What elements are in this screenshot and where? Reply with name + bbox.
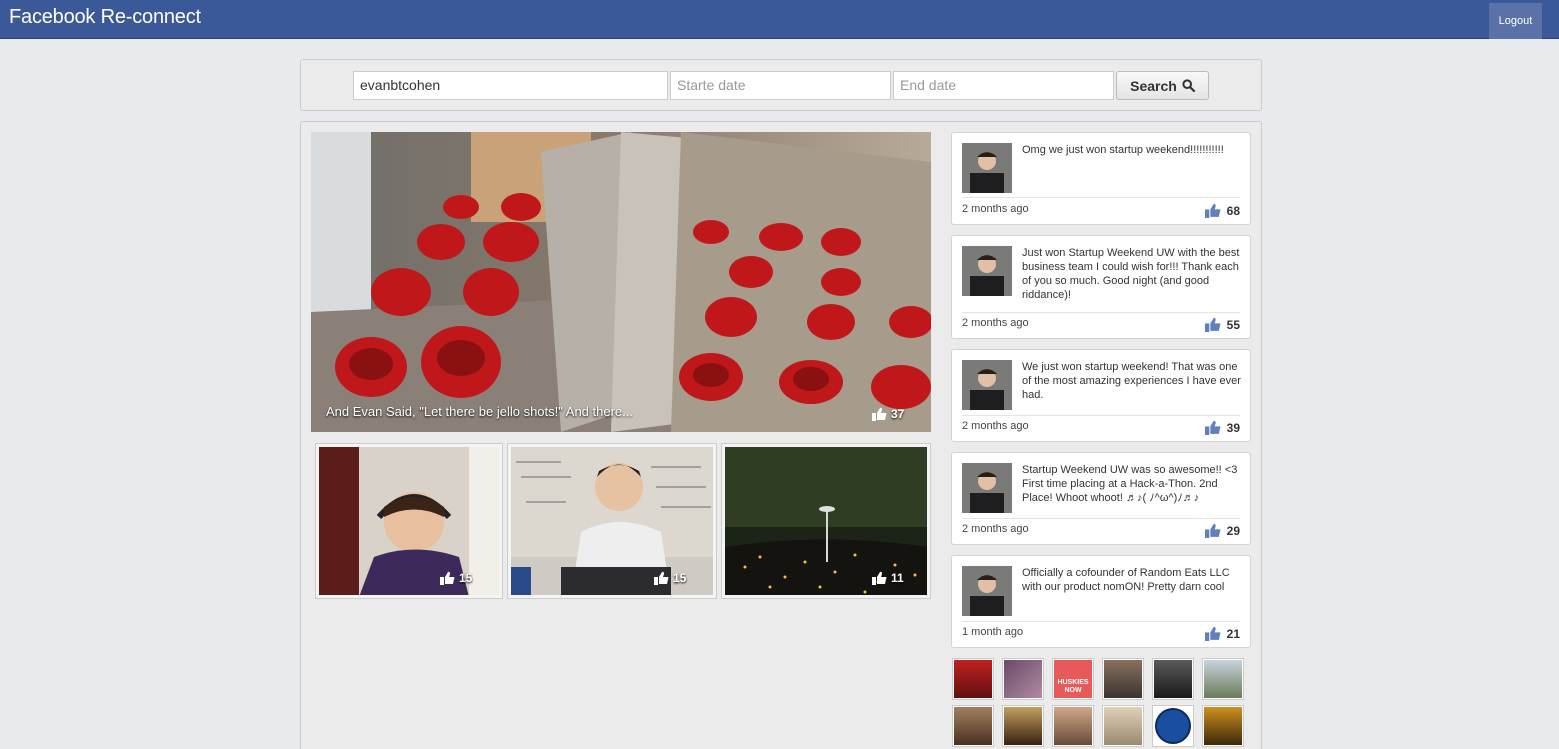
friend-avatar[interactable]	[952, 658, 994, 700]
post-likes-count: 21	[1226, 626, 1240, 641]
top-navbar: Facebook Re-connect Logout	[0, 0, 1559, 39]
post-divider	[962, 415, 1240, 416]
avatar	[962, 463, 1012, 513]
friend-avatar[interactable]	[1102, 705, 1144, 747]
friend-avatar[interactable]	[952, 705, 994, 747]
status-post: Just won Startup Weekend UW with the bes…	[951, 235, 1251, 339]
featured-photo-image	[311, 132, 931, 432]
friend-avatar[interactable]	[1202, 705, 1244, 747]
friend-avatar[interactable]	[1152, 658, 1194, 700]
post-divider	[962, 621, 1240, 622]
featured-likes-count: 37	[891, 407, 905, 421]
post-timestamp: 1 month ago	[962, 626, 1024, 638]
start-date-input[interactable]: Starte date	[670, 71, 891, 100]
post-text: Startup Weekend UW was so awesome!! <3 F…	[1022, 464, 1238, 504]
post-likes-count: 55	[1226, 317, 1240, 332]
thumbs-up-icon	[654, 571, 669, 585]
post-timestamp: 2 months ago	[962, 203, 1029, 215]
post-text: We just won startup weekend! That was on…	[1022, 361, 1241, 401]
post-likes-count: 68	[1226, 203, 1240, 218]
post-likes[interactable]: 55	[1204, 317, 1240, 332]
featured-photo[interactable]: And Evan Said, "Let there be jello shots…	[311, 132, 931, 432]
search-button[interactable]: Search	[1116, 71, 1209, 100]
friend-avatar[interactable]	[1102, 658, 1144, 700]
status-post: Officially a cofounder of Random Eats LL…	[951, 555, 1251, 648]
search-icon	[1182, 79, 1195, 92]
post-timestamp: 2 months ago	[962, 420, 1029, 432]
post-text: Just won Startup Weekend UW with the bes…	[1022, 247, 1240, 301]
status-post: Omg we just won startup weekend!!!!!!!!!…	[951, 132, 1251, 225]
app-title[interactable]: Facebook Re-connect	[9, 6, 201, 29]
post-timestamp: 2 months ago	[962, 317, 1029, 329]
thumbnail-image: 11	[725, 447, 927, 595]
thumbnail-likes[interactable]: 11	[872, 571, 904, 585]
thumbs-up-icon	[872, 407, 887, 421]
avatar	[962, 566, 1012, 616]
username-input[interactable]: evanbtcohen	[353, 71, 668, 100]
friend-avatar-badge: HUSKIES NOW	[1054, 660, 1092, 698]
post-divider	[962, 312, 1240, 313]
post-likes-count: 39	[1226, 420, 1240, 435]
thumbnail-likes[interactable]: 15	[440, 571, 472, 585]
friend-avatar[interactable]	[1002, 658, 1044, 700]
thumbs-up-icon	[1204, 523, 1221, 538]
thumbnail-likes-count: 11	[891, 571, 904, 585]
thumbnail-image: 15	[319, 447, 499, 595]
fist-logo-icon	[1155, 708, 1191, 744]
friend-avatar[interactable]	[1052, 705, 1094, 747]
photo-thumbnail[interactable]: 11	[721, 443, 931, 599]
thumbs-up-icon	[1204, 626, 1221, 641]
post-likes[interactable]: 29	[1204, 523, 1240, 538]
post-text: Officially a cofounder of Random Eats LL…	[1022, 567, 1230, 593]
post-timestamp: 2 months ago	[962, 523, 1029, 535]
logout-button[interactable]: Logout	[1489, 3, 1542, 39]
thumbs-up-icon	[440, 571, 455, 585]
thumbnail-image: 15	[511, 447, 713, 595]
thumbnail-likes[interactable]: 15	[654, 571, 686, 585]
post-text: Omg we just won startup weekend!!!!!!!!!…	[1022, 144, 1224, 156]
post-likes[interactable]: 21	[1204, 626, 1240, 641]
photo-thumbnail[interactable]: 15	[315, 443, 503, 599]
post-likes[interactable]: 68	[1204, 203, 1240, 218]
avatar	[962, 246, 1012, 296]
friend-avatar[interactable]	[1152, 705, 1194, 747]
photo-thumbnail[interactable]: 15	[507, 443, 717, 599]
status-post: Startup Weekend UW was so awesome!! <3 F…	[951, 452, 1251, 545]
search-panel: evanbtcohen Starte date End date Search	[300, 59, 1262, 111]
post-divider	[962, 518, 1240, 519]
post-divider	[962, 197, 1240, 198]
post-likes-count: 29	[1226, 523, 1240, 538]
thumbnail-likes-count: 15	[673, 571, 687, 585]
thumbs-up-icon	[872, 571, 887, 585]
thumbs-up-icon	[1204, 317, 1221, 332]
thumbs-up-icon	[1204, 203, 1221, 218]
status-post: We just won startup weekend! That was on…	[951, 349, 1251, 442]
end-date-input[interactable]: End date	[893, 71, 1114, 100]
avatar	[962, 143, 1012, 193]
avatar	[962, 360, 1012, 410]
thumbnail-likes-count: 15	[459, 571, 473, 585]
post-likes[interactable]: 39	[1204, 420, 1240, 435]
featured-caption: And Evan Said, "Let there be jello shots…	[326, 404, 633, 419]
friend-avatar[interactable]	[1002, 705, 1044, 747]
thumbs-up-icon	[1204, 420, 1221, 435]
search-button-label: Search	[1130, 77, 1177, 94]
friend-avatar[interactable]	[1202, 658, 1244, 700]
featured-likes[interactable]: 37	[872, 407, 904, 421]
friend-avatar[interactable]: HUSKIES NOW	[1052, 658, 1094, 700]
